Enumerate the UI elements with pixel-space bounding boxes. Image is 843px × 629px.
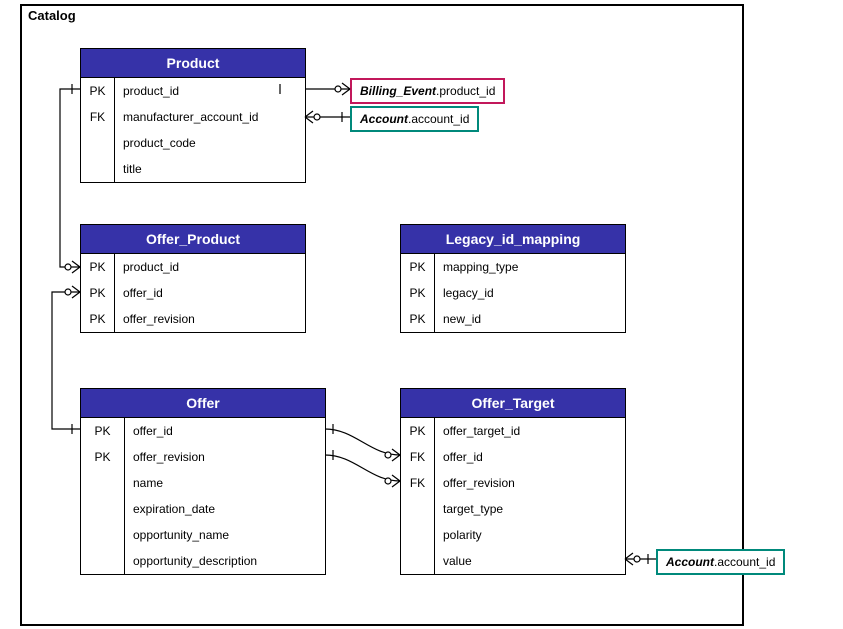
ref-table: Account bbox=[360, 112, 408, 126]
attr-label: offer_id bbox=[435, 444, 625, 470]
key-label bbox=[81, 496, 124, 522]
key-label: FK bbox=[81, 104, 114, 130]
entity-product-title: Product bbox=[81, 49, 305, 78]
ref-col: .product_id bbox=[436, 84, 495, 98]
key-label bbox=[81, 522, 124, 548]
ref-table: Billing_Event bbox=[360, 84, 436, 98]
key-label bbox=[81, 156, 114, 182]
key-label: PK bbox=[401, 418, 434, 444]
entity-offer-target-title: Offer_Target bbox=[401, 389, 625, 418]
key-label: PK bbox=[81, 280, 114, 306]
attr-label: polarity bbox=[435, 522, 625, 548]
ref-col: .account_id bbox=[714, 555, 775, 569]
key-label: PK bbox=[401, 306, 434, 332]
attr-label: offer_revision bbox=[435, 470, 625, 496]
attr-label: offer_revision bbox=[125, 444, 325, 470]
key-label: PK bbox=[401, 280, 434, 306]
entity-offer-product-title: Offer_Product bbox=[81, 225, 305, 254]
ref-table: Account bbox=[666, 555, 714, 569]
ref-billing-event: Billing_Event.product_id bbox=[350, 78, 505, 104]
attr-label: expiration_date bbox=[125, 496, 325, 522]
ref-account-2: Account.account_id bbox=[656, 549, 785, 575]
attr-label: opportunity_description bbox=[125, 548, 325, 574]
attr-label: offer_id bbox=[125, 418, 325, 444]
attr-label: product_id bbox=[115, 78, 305, 104]
key-label bbox=[401, 496, 434, 522]
attr-label: offer_target_id bbox=[435, 418, 625, 444]
entity-offer-target: Offer_Target PK FK FK offer_target_id of… bbox=[400, 388, 626, 575]
entity-legacy-id-mapping: Legacy_id_mapping PK PK PK mapping_type … bbox=[400, 224, 626, 333]
key-label bbox=[401, 522, 434, 548]
attr-label: title bbox=[115, 156, 305, 182]
entity-offer: Offer PK PK offer_id offer_revision name… bbox=[80, 388, 326, 575]
attr-label: target_type bbox=[435, 496, 625, 522]
attr-label: offer_id bbox=[115, 280, 305, 306]
entity-product: Product PK FK product_id manufacturer_ac… bbox=[80, 48, 306, 183]
key-label: PK bbox=[81, 306, 114, 332]
key-label bbox=[81, 470, 124, 496]
attr-label: mapping_type bbox=[435, 254, 625, 280]
attr-label: offer_revision bbox=[115, 306, 305, 332]
attr-label: manufacturer_account_id bbox=[115, 104, 305, 130]
attr-label: value bbox=[435, 548, 625, 574]
entity-offer-product: Offer_Product PK PK PK product_id offer_… bbox=[80, 224, 306, 333]
attr-label: legacy_id bbox=[435, 280, 625, 306]
attr-label: product_id bbox=[115, 254, 305, 280]
key-label: FK bbox=[401, 444, 434, 470]
entity-offer-title: Offer bbox=[81, 389, 325, 418]
key-label bbox=[81, 130, 114, 156]
catalog-label: Catalog bbox=[28, 8, 76, 23]
key-label: PK bbox=[81, 418, 124, 444]
key-label bbox=[401, 548, 434, 574]
ref-account-1: Account.account_id bbox=[350, 106, 479, 132]
key-label: PK bbox=[81, 254, 114, 280]
key-label: PK bbox=[81, 444, 124, 470]
attr-label: name bbox=[125, 470, 325, 496]
entity-legacy-id-mapping-title: Legacy_id_mapping bbox=[401, 225, 625, 254]
attr-label: new_id bbox=[435, 306, 625, 332]
attr-label: opportunity_name bbox=[125, 522, 325, 548]
attr-label: product_code bbox=[115, 130, 305, 156]
key-label bbox=[81, 548, 124, 574]
ref-col: .account_id bbox=[408, 112, 469, 126]
key-label: PK bbox=[401, 254, 434, 280]
key-label: PK bbox=[81, 78, 114, 104]
key-label: FK bbox=[401, 470, 434, 496]
